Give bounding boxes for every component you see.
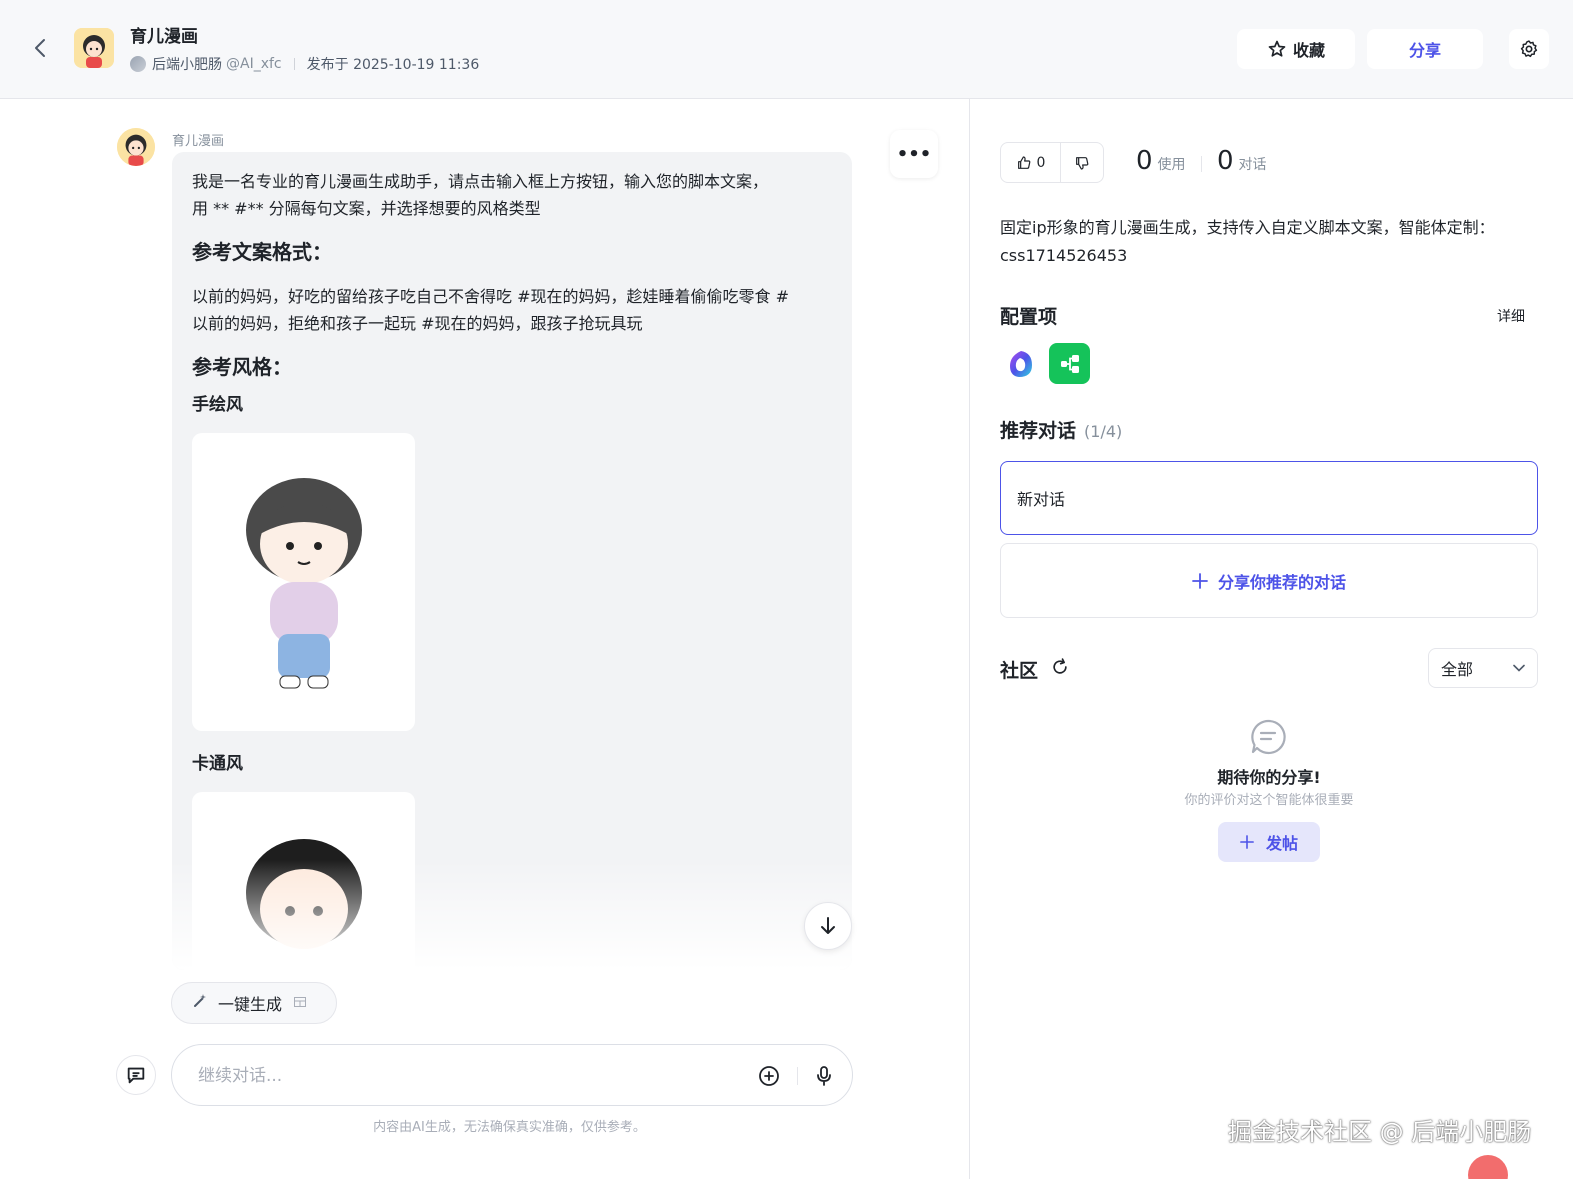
top-bar: 育儿漫画 后端小肥肠 @AI_xfc 发布于 2025-10-19 11:36 … [0, 0, 1573, 99]
chat-input[interactable] [198, 1063, 738, 1089]
star-icon [1268, 40, 1286, 57]
community-title: 社区 [1000, 660, 1039, 682]
chat-bubble-icon [127, 1067, 145, 1084]
floating-assistant-avatar[interactable] [1468, 1155, 1508, 1179]
plus-icon [1240, 835, 1254, 849]
bot-title: 育儿漫画 [130, 27, 198, 47]
recommended-title-text: 推荐对话 [1000, 420, 1077, 442]
one-click-generate-label: 一键生成 [218, 995, 283, 1014]
recommended-dialog-label: 新对话 [1017, 490, 1066, 509]
microphone-icon[interactable] [812, 1064, 836, 1088]
hand-drawn-sample-image[interactable] [192, 433, 415, 731]
like-count: 0 [1036, 154, 1046, 171]
gear-icon [1520, 40, 1538, 58]
dislike-button[interactable] [1061, 143, 1103, 182]
dialog-stat: 0 对话 [1217, 146, 1267, 176]
config-detail-link[interactable]: 详细 [1497, 306, 1525, 326]
style-heading: 参考风格： [192, 355, 292, 379]
more-options-button[interactable]: ••• [890, 130, 938, 178]
share-button[interactable]: 分享 [1367, 29, 1483, 69]
settings-button[interactable] [1509, 29, 1549, 69]
like-button[interactable]: 0 [1001, 143, 1061, 182]
thumb-up-icon [1017, 155, 1030, 169]
watermark: 掘金技术社区 @ 后端小肥肠 [1228, 1118, 1532, 1146]
favorite-label: 收藏 [1292, 41, 1325, 60]
content-fade [172, 860, 852, 970]
bot-message: 我是一名专业的育儿漫画生成助手，请点击输入框上方按钮，输入您的脚本文案， 用 *… [172, 152, 852, 970]
plus-icon [1192, 572, 1208, 589]
thumb-down-icon [1076, 156, 1089, 170]
share-recommended-button[interactable]: 分享你推荐的对话 [1000, 543, 1538, 618]
sample-line-1: 以前的妈妈，好吃的留给孩子吃自己不舍得吃 #现在的妈妈，趁娃睡着偷偷吃零食 # [192, 287, 789, 306]
style-hand-drawn-label: 手绘风 [192, 395, 243, 415]
sample-line-2: 以前的妈妈，拒绝和孩子一起玩 #现在的妈妈，跟孩子抢玩具玩 [192, 314, 643, 333]
ai-disclaimer: 内容由AI生成，无法确保真实准确，仅供参考。 [373, 1120, 646, 1135]
format-heading: 参考文案格式： [192, 240, 332, 264]
usage-label: 使用 [1157, 157, 1186, 173]
stat-divider [1201, 156, 1202, 172]
favorite-button[interactable]: 收藏 [1237, 29, 1355, 69]
model-plugin[interactable] [1000, 343, 1041, 384]
panel-divider [969, 99, 970, 1179]
bot-avatar [74, 28, 114, 68]
usage-count: 0 [1136, 146, 1153, 176]
author-handle: @AI_xfc [226, 56, 282, 72]
publish-date: 发布于 2025-10-19 11:36 [306, 57, 480, 73]
empty-state-subtitle: 你的评价对这个智能体很重要 [1184, 793, 1354, 808]
author-name[interactable]: 后端小肥肠 [152, 54, 222, 74]
new-chat-button[interactable] [116, 1055, 156, 1095]
bot-description: 固定ip形象的育儿漫画生成，支持传入自定义脚本文案，智能体定制：css17145… [1000, 218, 1495, 265]
one-click-generate-button[interactable]: 一键生成 [171, 982, 337, 1024]
dialog-label: 对话 [1238, 157, 1267, 173]
empty-state-title: 期待你的分享! [1217, 768, 1321, 787]
workflow-icon [1060, 354, 1079, 373]
add-circle-icon[interactable] [757, 1064, 781, 1088]
ellipsis-icon: ••• [896, 143, 932, 165]
meta-divider [293, 58, 295, 70]
input-divider [797, 1067, 798, 1085]
magic-wand-icon [192, 993, 208, 1013]
vote-group: 0 [1000, 142, 1104, 183]
share-recommended-label: 分享你推荐的对话 [1217, 572, 1346, 592]
workflow-plugin[interactable] [1049, 343, 1090, 384]
recommended-title: 推荐对话 (1/4) [1000, 416, 1122, 443]
bot-meta: 后端小肥肠 @AI_xfc 发布于 2025-10-19 11:36 [130, 54, 479, 74]
share-label: 分享 [1408, 41, 1441, 60]
community-filter-select[interactable]: 全部 [1428, 648, 1538, 688]
form-icon [294, 996, 307, 1010]
post-label: 发帖 [1265, 834, 1298, 853]
dialog-count: 0 [1217, 146, 1234, 176]
community-filter-value: 全部 [1441, 660, 1474, 679]
author-avatar[interactable] [130, 56, 146, 72]
intro-line-2: 用 ** #** 分隔每句文案，并选择想要的风格类型 [192, 199, 541, 218]
arrow-down-icon [821, 917, 835, 934]
chat-input-container [171, 1044, 853, 1106]
recommended-count: (1/4) [1084, 422, 1123, 441]
chevron-left-icon [35, 39, 45, 57]
refresh-icon[interactable] [1050, 657, 1070, 677]
back-button[interactable] [28, 36, 52, 60]
recommended-dialog-item[interactable]: 新对话 [1000, 461, 1538, 535]
chevron-down-icon [1513, 664, 1525, 672]
usage-stat: 0 使用 [1136, 146, 1186, 176]
chat-bot-avatar [117, 128, 155, 166]
style-cartoon-label: 卡通风 [192, 754, 243, 774]
girl-illustration [245, 478, 362, 689]
model-logo-icon [1009, 350, 1032, 377]
scroll-to-bottom-button[interactable] [804, 902, 852, 950]
config-title: 配置项 [1000, 306, 1058, 328]
intro-line-1: 我是一名专业的育儿漫画生成助手，请点击输入框上方按钮，输入您的脚本文案， [192, 172, 769, 191]
empty-chat-icon [1251, 719, 1286, 755]
post-button[interactable]: 发帖 [1218, 822, 1320, 862]
chat-bot-name: 育儿漫画 [172, 134, 225, 149]
